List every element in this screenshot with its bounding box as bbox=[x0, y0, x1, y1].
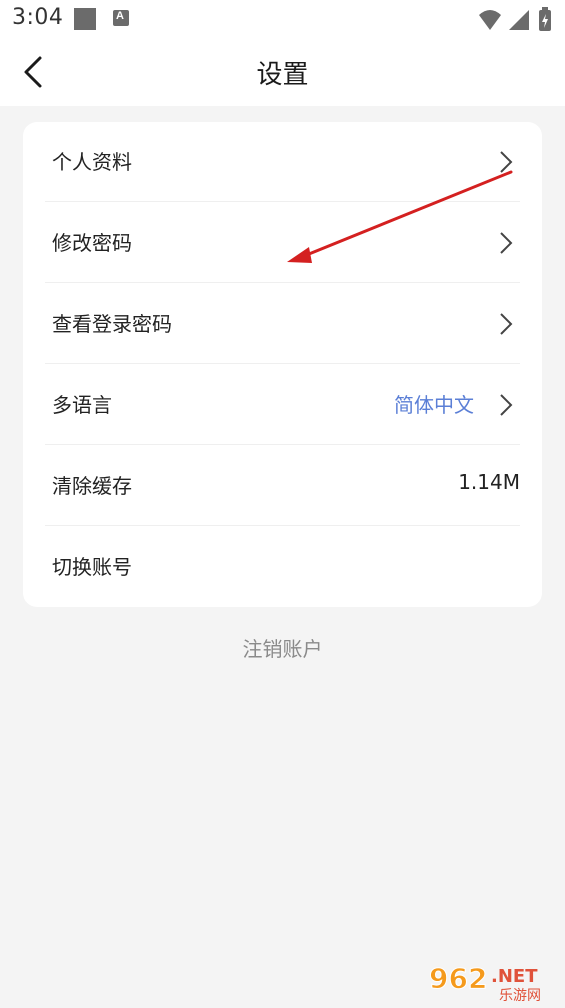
delete-account-link[interactable]: 注销账户 bbox=[0, 633, 565, 662]
watermark-sub-text: 乐游网 bbox=[499, 988, 541, 1004]
chevron-right-icon bbox=[500, 394, 513, 416]
divider bbox=[45, 201, 520, 202]
status-right-icons bbox=[479, 7, 551, 31]
settings-row-label: 切换账号 bbox=[52, 555, 132, 579]
header: 设置 bbox=[0, 40, 565, 106]
settings-row-view-login-password[interactable]: 查看登录密码 bbox=[45, 284, 520, 364]
status-time: 3:04 bbox=[12, 5, 64, 30]
settings-card: 个人资料 修改密码 查看登录密码 多语言 简体中文 清除缓存 1.14M 切换账… bbox=[23, 122, 542, 607]
a-badge-icon: A bbox=[113, 10, 129, 26]
status-bar: 3:04 A bbox=[0, 0, 565, 40]
notification-square-icon bbox=[74, 8, 96, 30]
chevron-right-icon bbox=[500, 232, 513, 254]
watermark-logo-icon: 962 .NET 乐游网 bbox=[425, 958, 565, 1004]
settings-row-switch-account[interactable]: 切换账号 bbox=[45, 527, 520, 607]
chevron-right-icon bbox=[500, 151, 513, 173]
settings-row-label: 查看登录密码 bbox=[52, 312, 172, 336]
chevron-right-icon bbox=[500, 313, 513, 335]
watermark-suffix-text: .NET bbox=[491, 966, 538, 987]
settings-row-language[interactable]: 多语言 简体中文 bbox=[45, 365, 520, 445]
language-value: 简体中文 bbox=[394, 393, 474, 417]
wifi-icon bbox=[479, 10, 501, 30]
battery-charging-icon bbox=[539, 7, 551, 31]
divider bbox=[45, 282, 520, 283]
divider bbox=[45, 444, 520, 445]
settings-row-change-password[interactable]: 修改密码 bbox=[45, 203, 520, 283]
page-title: 设置 bbox=[256, 60, 309, 90]
cache-size-value: 1.14M bbox=[458, 470, 520, 494]
settings-row-label: 个人资料 bbox=[52, 150, 132, 174]
divider bbox=[45, 363, 520, 364]
settings-row-profile[interactable]: 个人资料 bbox=[45, 122, 520, 202]
settings-row-label: 多语言 bbox=[52, 393, 112, 417]
settings-row-clear-cache[interactable]: 清除缓存 1.14M bbox=[45, 446, 520, 526]
divider bbox=[45, 525, 520, 526]
settings-row-label: 修改密码 bbox=[52, 231, 132, 255]
watermark-main-text: 962 bbox=[429, 962, 487, 995]
watermark-logo: 962 .NET 乐游网 bbox=[425, 958, 565, 1004]
signal-icon bbox=[509, 10, 529, 30]
settings-row-label: 清除缓存 bbox=[52, 474, 132, 498]
a-badge-letter: A bbox=[116, 10, 124, 22]
